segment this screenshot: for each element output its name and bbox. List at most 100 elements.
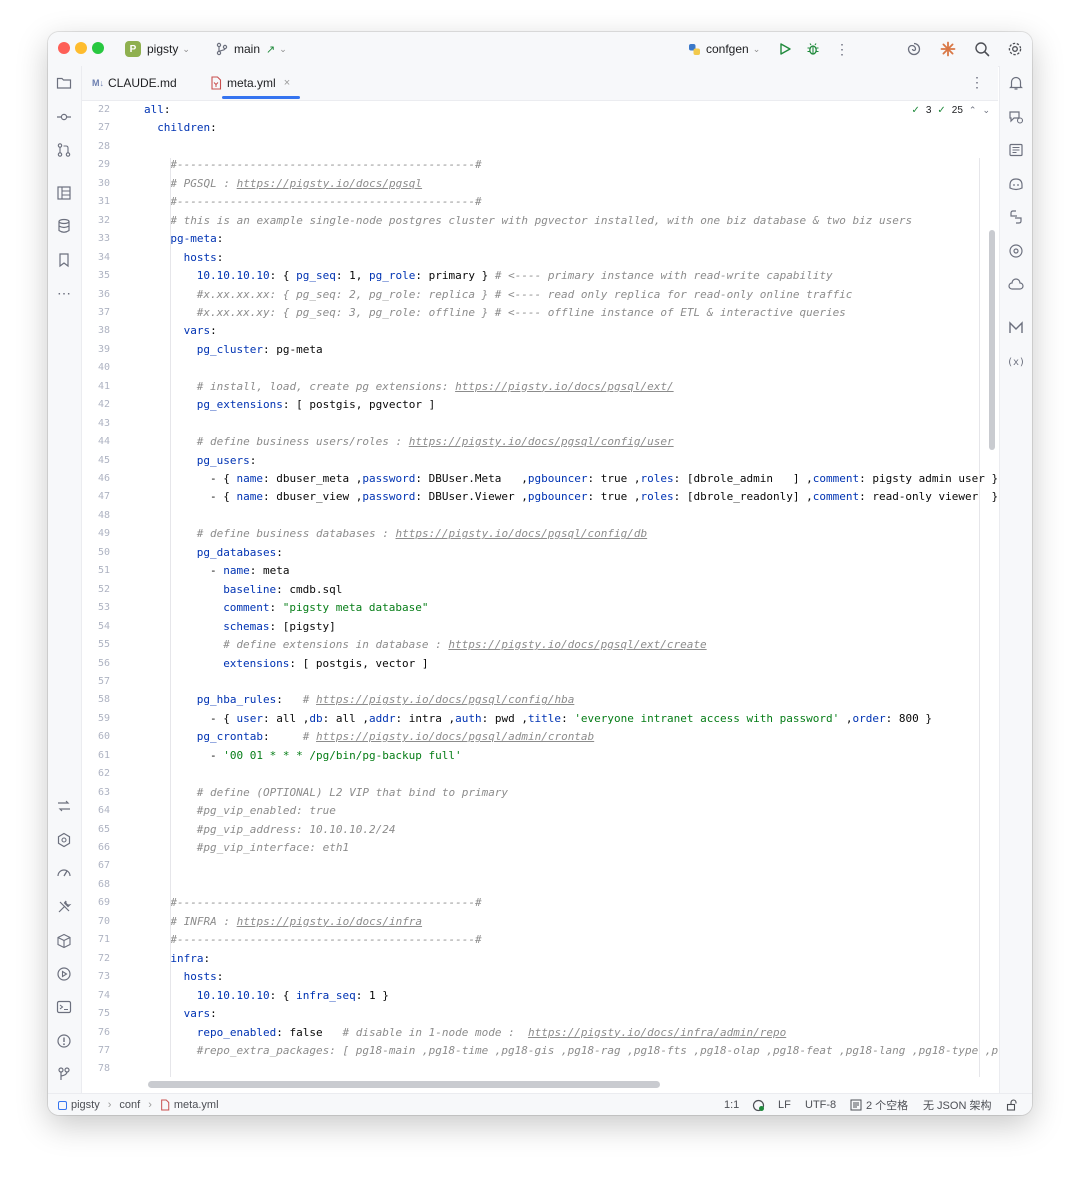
- ai-assistant-icon[interactable]: [905, 40, 923, 58]
- code-line[interactable]: #---------------------------------------…: [170, 158, 481, 171]
- code-line[interactable]: repo_enabled: false # disable in 1-node …: [197, 1026, 786, 1039]
- ai-chat-icon[interactable]: [1007, 108, 1025, 126]
- code-line[interactable]: pg_extensions: [ postgis, pgvector ]: [197, 398, 435, 411]
- json-schema[interactable]: 无 JSON 架构: [923, 1094, 991, 1115]
- code-line[interactable]: # install, load, create pg extensions: h…: [197, 380, 674, 393]
- version-control-icon[interactable]: [55, 1065, 73, 1083]
- code-line[interactable]: extensions: [ postgis, vector ]: [223, 657, 428, 670]
- doc-link[interactable]: https://pigsty.io/docs/pgsql/config/db: [395, 527, 647, 540]
- code-line[interactable]: #---------------------------------------…: [170, 195, 481, 208]
- project-folder-icon[interactable]: [55, 74, 73, 92]
- doc-link[interactable]: https://pigsty.io/docs/pgsql/config/user: [409, 435, 674, 448]
- packages-icon[interactable]: [55, 932, 73, 950]
- vertical-scrollbar[interactable]: [989, 230, 995, 450]
- previous-problem-icon[interactable]: ⌃: [969, 105, 977, 116]
- minimize-window-button[interactable]: [75, 42, 87, 54]
- close-tab-icon[interactable]: ×: [284, 77, 290, 89]
- commit-icon[interactable]: [55, 108, 73, 126]
- code-line[interactable]: 10.10.10.10: { pg_seq: 1, pg_role: prima…: [197, 269, 833, 282]
- project-switcher[interactable]: P pigsty ⌄: [125, 32, 190, 66]
- doc-link[interactable]: https://pigsty.io/docs/pgsql/admin/cront…: [316, 730, 594, 743]
- inspection-widget[interactable]: ✓ 3 ✓ 25 ⌃ ⌄: [911, 105, 990, 116]
- doc-link[interactable]: https://pigsty.io/docs/infra: [237, 915, 422, 928]
- code-line[interactable]: #repo_extra_packages: [ pg18-main ,pg18-…: [197, 1044, 998, 1057]
- line-separator[interactable]: LF: [778, 1094, 791, 1115]
- code-line[interactable]: - '00 01 * * * /pg/bin/pg-backup full': [210, 749, 462, 762]
- git-status-icon[interactable]: [752, 1094, 765, 1115]
- maximize-window-button[interactable]: [92, 42, 104, 54]
- file-encoding[interactable]: UTF-8: [805, 1094, 836, 1115]
- copilot-icon[interactable]: [1007, 175, 1025, 193]
- code-line[interactable]: #x.xx.xx.xy: { pg_seq: 3, pg_role: offli…: [197, 306, 846, 319]
- breadcrumb-file[interactable]: meta.yml: [174, 1099, 219, 1111]
- more-tools-icon[interactable]: ⋯: [55, 284, 73, 302]
- horizontal-scrollbar[interactable]: [148, 1081, 660, 1088]
- code-line[interactable]: #---------------------------------------…: [170, 896, 481, 909]
- claude-icon[interactable]: [939, 40, 957, 58]
- indent-setting[interactable]: 2 个空格: [850, 1094, 908, 1115]
- doc-link[interactable]: https://pigsty.io/docs/pgsql/config/hba: [316, 693, 574, 706]
- code-line[interactable]: # INFRA : https://pigsty.io/docs/infra: [170, 915, 422, 928]
- structure-icon[interactable]: [55, 184, 73, 202]
- code-line[interactable]: # define business databases : https://pi…: [197, 527, 647, 540]
- markdown-preview-icon[interactable]: [1007, 319, 1025, 337]
- doc-link[interactable]: https://pigsty.io/docs/pgsql: [237, 177, 422, 190]
- breadcrumb-folder[interactable]: conf: [119, 1099, 140, 1111]
- code-line[interactable]: #---------------------------------------…: [170, 933, 481, 946]
- endpoints-icon[interactable]: [1007, 242, 1025, 260]
- python-console-icon[interactable]: [1007, 208, 1025, 226]
- code-line[interactable]: # this is an example single-node postgre…: [170, 214, 912, 227]
- code-line[interactable]: # define business users/roles : https://…: [197, 435, 674, 448]
- code-line[interactable]: pg_crontab: # https://pigsty.io/docs/pgs…: [197, 730, 594, 743]
- database-icon[interactable]: [55, 217, 73, 235]
- code-line[interactable]: pg_users:: [197, 454, 257, 467]
- code-line[interactable]: children:: [157, 121, 217, 134]
- variables-icon[interactable]: (x): [1007, 353, 1025, 371]
- code-line[interactable]: comment: "pigsty meta database": [223, 601, 428, 614]
- close-window-button[interactable]: [58, 42, 70, 54]
- doc-link[interactable]: https://pigsty.io/docs/pgsql/ext/create: [448, 638, 706, 651]
- tab-claude-md[interactable]: M↓ CLAUDE.md: [92, 66, 177, 100]
- pull-requests-icon[interactable]: [55, 141, 73, 159]
- run-config-selector[interactable]: confgen ⌄: [688, 32, 760, 66]
- remote-host-icon[interactable]: [1007, 276, 1025, 294]
- code-line[interactable]: pg_databases:: [197, 546, 283, 559]
- bookmarks-icon[interactable]: [55, 251, 73, 269]
- code-line[interactable]: # define (OPTIONAL) L2 VIP that bind to …: [197, 786, 508, 799]
- doc-link[interactable]: https://pigsty.io/docs/pgsql/ext/: [455, 380, 674, 393]
- problems-icon[interactable]: [55, 1032, 73, 1050]
- more-actions-icon[interactable]: ⋮: [833, 40, 851, 58]
- services-icon[interactable]: [55, 797, 73, 815]
- run-tool-icon[interactable]: [55, 965, 73, 983]
- code-line[interactable]: vars:: [184, 1007, 217, 1020]
- documentation-icon[interactable]: [1007, 141, 1025, 159]
- code-line[interactable]: pg_hba_rules: # https://pigsty.io/docs/p…: [197, 693, 575, 706]
- code-line[interactable]: #pg_vip_interface: eth1: [197, 841, 349, 854]
- search-icon[interactable]: [973, 40, 991, 58]
- code-line[interactable]: - { user: all ,db: all ,addr: intra ,aut…: [210, 712, 932, 725]
- code-line[interactable]: - { name: dbuser_meta ,password: DBUser.…: [210, 472, 998, 485]
- next-problem-icon[interactable]: ⌄: [982, 105, 990, 116]
- code-line[interactable]: hosts:: [184, 970, 224, 983]
- code-line[interactable]: - name: meta: [210, 564, 290, 577]
- code-line[interactable]: #pg_vip_address: 10.10.10.2/24: [197, 823, 396, 836]
- tab-options-icon[interactable]: ⋮: [970, 74, 984, 91]
- code-line[interactable]: # PGSQL : https://pigsty.io/docs/pgsql: [170, 177, 422, 190]
- settings-gear-icon[interactable]: [1006, 40, 1024, 58]
- code-line[interactable]: 10.10.10.10: { infra_seq: 1 }: [197, 989, 389, 1002]
- code-line[interactable]: - { name: dbuser_view ,password: DBUser.…: [210, 490, 998, 503]
- code-line[interactable]: pg-meta:: [170, 232, 223, 245]
- code-line[interactable]: #pg_vip_enabled: true: [197, 804, 336, 817]
- profiler-icon[interactable]: [55, 864, 73, 882]
- debug-icon[interactable]: [804, 40, 822, 58]
- terminal-icon[interactable]: [55, 998, 73, 1016]
- readonly-lock-icon[interactable]: [1006, 1094, 1018, 1115]
- code-line[interactable]: pg_cluster: pg-meta: [197, 343, 323, 356]
- code-line[interactable]: schemas: [pigsty]: [223, 620, 336, 633]
- code-line[interactable]: # define extensions in database : https:…: [223, 638, 706, 651]
- build-tools-icon[interactable]: [55, 898, 73, 916]
- code-line[interactable]: baseline: cmdb.sql: [223, 583, 342, 596]
- code-line[interactable]: infra:: [170, 952, 210, 965]
- plugins-icon[interactable]: [55, 831, 73, 849]
- tab-meta-yml[interactable]: meta.yml ×: [210, 66, 290, 100]
